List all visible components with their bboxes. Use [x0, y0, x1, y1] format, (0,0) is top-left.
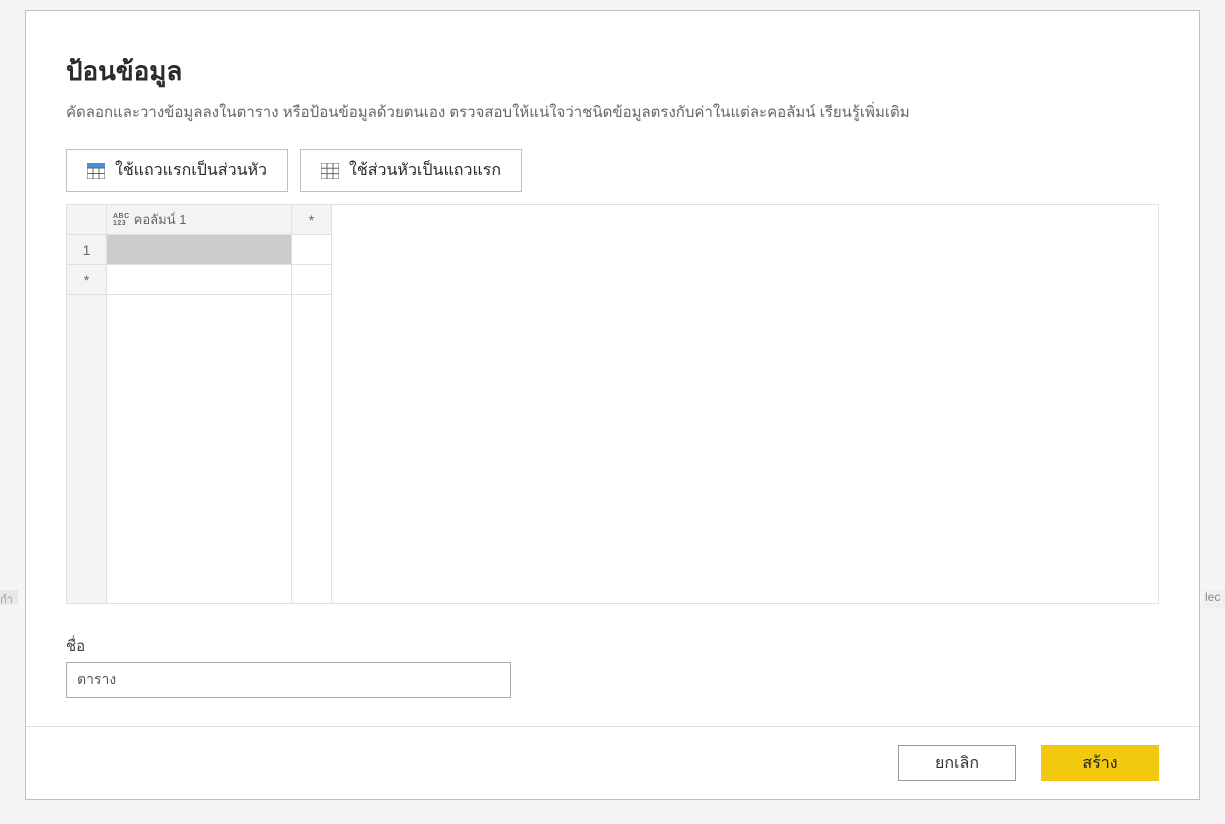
- dialog-content: ป้อนข้อมูล คัดลอกและวางข้อมูลลงในตาราง ห…: [26, 11, 1199, 726]
- add-column-body: [292, 235, 332, 603]
- dialog-footer: ยกเลิก สร้าง: [26, 726, 1199, 799]
- add-column-cell-r1[interactable]: [292, 235, 331, 265]
- table-grid-icon: [321, 163, 339, 179]
- data-column-1: [107, 235, 292, 603]
- column-name: คอลัมน์ 1: [134, 209, 187, 230]
- add-row-cell[interactable]: *: [67, 265, 106, 295]
- data-cell-r1-c1[interactable]: [107, 235, 291, 265]
- table-name-section: ชื่อ: [66, 634, 1159, 698]
- data-columns: [107, 235, 332, 603]
- background-fragment-left: กำ: [0, 590, 18, 605]
- dialog-subtitle: คัดลอกและวางข้อมูลลงในตาราง หรือป้อนข้อม…: [66, 100, 1159, 124]
- cancel-button[interactable]: ยกเลิก: [898, 745, 1016, 781]
- column-header-1[interactable]: ABC 123 คอลัมน์ 1: [107, 205, 292, 235]
- row-headers-empty: [67, 295, 106, 603]
- header-toolbar: ใช้แถวแรกเป็นส่วนหัว ใช้ส่วนหัวเป็นแถวแร…: [66, 149, 1159, 192]
- use-header-as-first-row-button[interactable]: ใช้ส่วนหัวเป็นแถวแรก: [300, 149, 522, 192]
- create-button[interactable]: สร้าง: [1041, 745, 1159, 781]
- corner-cell[interactable]: [67, 205, 107, 235]
- row-headers-column: 1 *: [67, 235, 107, 603]
- data-entry-grid[interactable]: ABC 123 คอลัมน์ 1 * 1 *: [66, 204, 1159, 604]
- table-name-input[interactable]: [66, 662, 511, 698]
- name-label: ชื่อ: [66, 634, 1159, 658]
- button-label: ใช้แถวแรกเป็นส่วนหัว: [115, 158, 267, 183]
- table-header-icon: [87, 163, 105, 179]
- grid-column-headers: ABC 123 คอลัมน์ 1 *: [67, 205, 1158, 235]
- grid-body: 1 *: [67, 235, 1158, 603]
- dialog-title: ป้อนข้อมูล: [66, 51, 1159, 92]
- background-fragment-right: lec: [1203, 590, 1225, 608]
- column-type-icon: ABC 123: [113, 213, 130, 227]
- data-cell-new-row-c1[interactable]: [107, 265, 291, 295]
- add-column-cell[interactable]: *: [292, 205, 332, 235]
- enter-data-dialog: ป้อนข้อมูล คัดลอกและวางข้อมูลลงในตาราง ห…: [25, 10, 1200, 800]
- use-first-row-as-header-button[interactable]: ใช้แถวแรกเป็นส่วนหัว: [66, 149, 288, 192]
- add-column-cell-new-row[interactable]: [292, 265, 331, 295]
- row-header-1[interactable]: 1: [67, 235, 106, 265]
- button-label: ใช้ส่วนหัวเป็นแถวแรก: [349, 158, 501, 183]
